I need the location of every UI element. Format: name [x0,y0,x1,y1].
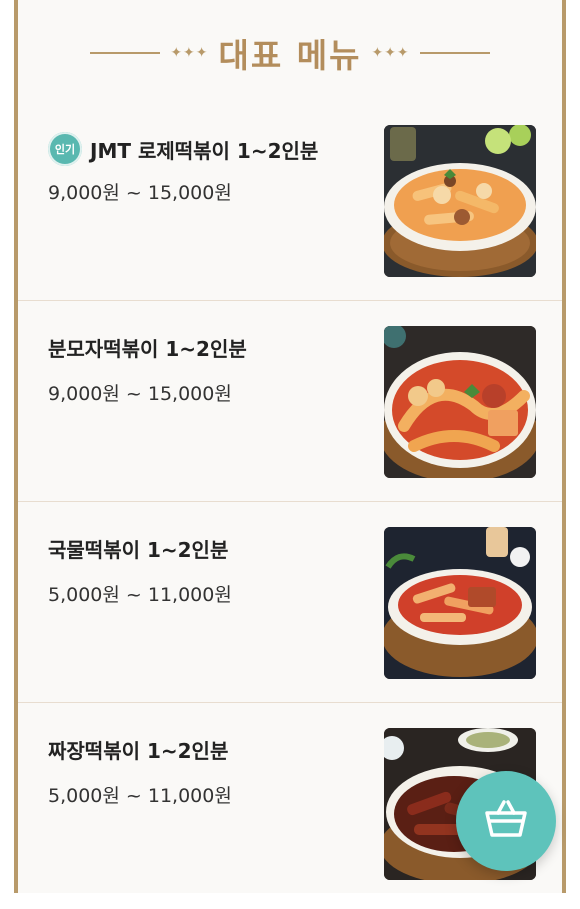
menu-item-name-row: 짜장떡볶이 1~2인분 [48,735,228,764]
popular-badge: 인기 [48,132,82,166]
menu-item-name-row: 인기 JMT 로제떡볶이 1~2인분 [48,132,318,166]
menu-panel: ✦✦✦ 대표 메뉴 ✦✦✦ 인기 JMT 로제떡볶이 1~2인분 9,000원 … [18,0,562,909]
header-rule-left [90,52,161,54]
menu-item-rose-tteokbokki[interactable]: 인기 JMT 로제떡볶이 1~2인분 9,000원 ~ 15,000원 [18,100,562,301]
menu-item-price: 9,000원 ~ 15,000원 [48,182,232,204]
soup-tteokbokki-photo [384,527,536,679]
bunmoja-tteokbokki-photo [384,326,536,478]
section-title: 대표 메뉴 [218,36,362,75]
right-frame [562,0,580,909]
header-rule-right [419,52,490,54]
menu-item-price: 9,000원 ~ 15,000원 [48,383,232,405]
menu-item-name-row: 국물떡볶이 1~2인분 [48,534,228,563]
ornament-right-icon: ✦✦✦ [371,45,410,61]
menu-item-name: 분모자떡볶이 1~2인분 [48,337,247,361]
menu-item-bunmoja-tteokbokki[interactable]: 분모자떡볶이 1~2인분 9,000원 ~ 15,000원 [18,301,562,502]
menu-item-price: 5,000원 ~ 11,000원 [48,584,232,606]
section-header: ✦✦✦ 대표 메뉴 ✦✦✦ [18,28,562,78]
rose-tteokbokki-photo [384,125,536,277]
menu-item-name: JMT 로제떡볶이 1~2인분 [90,138,319,163]
bottom-edge [0,893,580,909]
menu-item-soup-tteokbokki[interactable]: 국물떡볶이 1~2인분 5,000원 ~ 11,000원 [18,502,562,703]
basket-icon [484,799,528,843]
left-frame [0,0,18,909]
menu-item-name-row: 분모자떡볶이 1~2인분 [48,333,247,362]
ornament-left-icon: ✦✦✦ [170,45,209,61]
menu-item-price: 5,000원 ~ 11,000원 [48,785,232,807]
menu-item-name: 국물떡볶이 1~2인분 [48,538,229,562]
cart-button[interactable] [456,771,556,871]
menu-item-name: 짜장떡볶이 1~2인분 [48,739,229,763]
